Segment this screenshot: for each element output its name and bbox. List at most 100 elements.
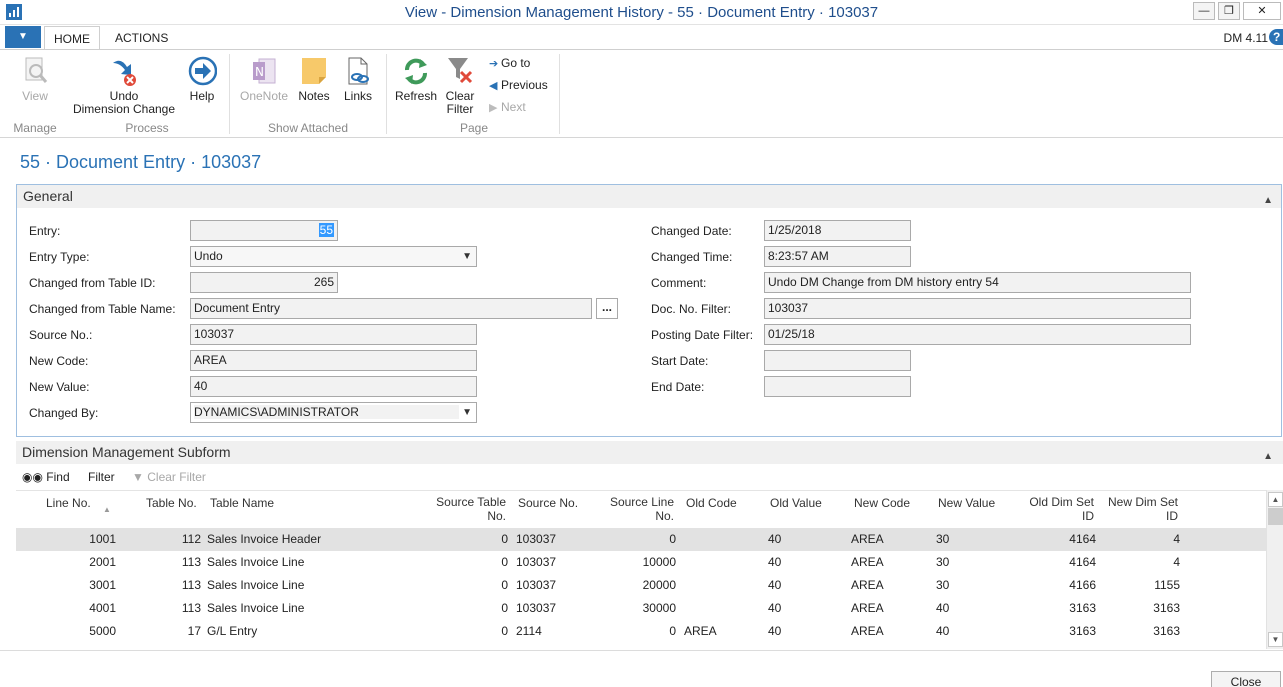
- col-source-no[interactable]: Source No.: [518, 496, 578, 510]
- subform-header[interactable]: Dimension Management Subform ▲: [16, 441, 1283, 464]
- find-button[interactable]: ◉◉ Find: [22, 466, 70, 488]
- minimize-icon[interactable]: —: [1193, 2, 1215, 20]
- cell-old-value: 40: [768, 532, 782, 546]
- changed-date-field[interactable]: 1/25/2018: [764, 220, 911, 241]
- find-label: Find: [46, 470, 70, 484]
- app-menu-button[interactable]: ▼: [5, 26, 41, 48]
- col-table-name[interactable]: Table Name: [210, 496, 274, 510]
- cell-old-dim-set: 4164: [1069, 555, 1096, 569]
- restore-icon[interactable]: ❐: [1218, 2, 1240, 20]
- refresh-button[interactable]: Refresh: [394, 55, 438, 103]
- filter-button[interactable]: Filter: [88, 466, 115, 488]
- notes-label: Notes: [298, 89, 330, 103]
- table-row[interactable]: 3001 113 Sales Invoice Line 0 103037 20000 40 A…: [16, 574, 1266, 597]
- subform-toolbar: ◉◉ Find Filter ▼ Clear Filter: [16, 466, 1283, 488]
- help-icon[interactable]: ?: [1269, 29, 1283, 45]
- cell-new-code: AREA: [851, 601, 884, 615]
- col-line-no[interactable]: Line No.: [46, 496, 91, 510]
- cell-old-dim-set: 4166: [1069, 578, 1096, 592]
- doc-no-filter-field[interactable]: 103037: [764, 298, 1191, 319]
- cell-source-no: 103037: [516, 555, 557, 569]
- cell-new-dim-set: 4: [1173, 555, 1180, 569]
- cell-source-line-no: 0: [669, 624, 676, 638]
- scroll-thumb[interactable]: [1268, 508, 1283, 525]
- table-row[interactable]: 2001 113 Sales Invoice Line 0 103037 10000 40 A…: [16, 551, 1266, 574]
- cell-table-no: 17: [187, 624, 201, 638]
- scroll-down-icon[interactable]: ▼: [1268, 632, 1283, 647]
- entry-type-select[interactable]: Undo ▼: [190, 246, 477, 267]
- notes-button[interactable]: Notes: [296, 55, 332, 103]
- cell-source-line-no: 20000: [642, 578, 676, 592]
- tab-actions[interactable]: ACTIONS: [106, 26, 177, 50]
- scroll-up-icon[interactable]: ▲: [1268, 492, 1283, 507]
- end-date-label: End Date:: [651, 380, 705, 394]
- source-no-field[interactable]: 103037: [190, 324, 477, 345]
- table-row[interactable]: 4001 113 Sales Invoice Line 0 103037 30000 40 A…: [16, 597, 1266, 620]
- entry-field[interactable]: 55: [190, 220, 338, 241]
- col-old-dim-set-id[interactable]: Old Dim Set ID: [1016, 495, 1094, 523]
- vertical-scrollbar[interactable]: ▲ ▼: [1266, 490, 1283, 649]
- clear-filter-toolbar-button[interactable]: ▼ Clear Filter: [132, 466, 206, 488]
- collapse-icon[interactable]: ▲: [1263, 189, 1273, 212]
- close-window-icon[interactable]: ✕: [1243, 2, 1281, 20]
- help-button[interactable]: Help: [183, 55, 221, 103]
- posting-date-filter-field[interactable]: 01/25/18: [764, 324, 1191, 345]
- table-row[interactable]: 1001 112 Sales Invoice Header 0 103037 0 40 ARE…: [16, 528, 1266, 551]
- cell-new-value: 40: [936, 624, 950, 638]
- clear-filter-button[interactable]: Clear Filter: [442, 55, 478, 116]
- table-row[interactable]: 5000 17 G/L Entry 0 2114 0 AREA 40 AREA 40 3163 316…: [16, 620, 1266, 643]
- cell-line-no: 5000: [89, 624, 116, 638]
- svg-text:N: N: [255, 65, 264, 79]
- changed-time-label: Changed Time:: [651, 250, 733, 264]
- changed-time-field[interactable]: 8:23:57 AM: [764, 246, 911, 267]
- comment-field[interactable]: Undo DM Change from DM history entry 54: [764, 272, 1191, 293]
- cell-line-no: 3001: [89, 578, 116, 592]
- col-source-table-no[interactable]: Source Table No.: [426, 495, 506, 523]
- links-button[interactable]: Links: [340, 55, 376, 103]
- entry-type-label: Entry Type:: [29, 250, 90, 264]
- window-title: View - Dimension Management History - 55…: [404, 4, 879, 21]
- view-icon: [20, 55, 50, 87]
- doc-no-filter-label: Doc. No. Filter:: [651, 302, 732, 316]
- version-label: DM 4.11: [1223, 31, 1268, 45]
- view-button[interactable]: View: [15, 55, 55, 103]
- new-value-field[interactable]: 40: [190, 376, 477, 397]
- changed-by-select[interactable]: DYNAMICS\ADMINISTRATOR ▼: [190, 402, 477, 423]
- collapse-icon[interactable]: ▲: [1263, 445, 1273, 468]
- start-date-field[interactable]: [764, 350, 911, 371]
- col-table-no[interactable]: Table No.: [146, 496, 197, 510]
- cell-table-name: G/L Entry: [207, 624, 258, 638]
- undo-dimension-change-button[interactable]: Undo Dimension Change: [70, 55, 178, 116]
- view-label: View: [22, 89, 48, 103]
- col-new-dim-set-id[interactable]: New Dim Set ID: [1098, 495, 1178, 523]
- previous-button[interactable]: ◀ Previous: [489, 77, 548, 93]
- entry-value: 55: [318, 223, 334, 237]
- col-old-value[interactable]: Old Value: [770, 496, 822, 510]
- col-new-code[interactable]: New Code: [854, 496, 910, 510]
- goto-button[interactable]: ➔ Go to: [489, 55, 530, 71]
- cell-old-value: 40: [768, 624, 782, 638]
- cell-new-code: AREA: [851, 624, 884, 638]
- divider: [0, 650, 1283, 651]
- tab-home[interactable]: HOME: [44, 26, 100, 50]
- notes-icon: [299, 55, 329, 87]
- onenote-button[interactable]: N OneNote: [238, 55, 290, 103]
- assist-edit-button[interactable]: ...: [596, 298, 618, 319]
- end-date-field[interactable]: [764, 376, 911, 397]
- close-button[interactable]: Close: [1211, 671, 1281, 687]
- new-code-field[interactable]: AREA: [190, 350, 477, 371]
- changed-from-table-name-field[interactable]: Document Entry: [190, 298, 592, 319]
- col-new-value[interactable]: New Value: [938, 496, 995, 510]
- changed-from-table-id-field[interactable]: 265: [190, 272, 338, 293]
- general-header-label: General: [23, 188, 73, 204]
- next-label: Next: [501, 100, 526, 114]
- col-source-line-no[interactable]: Source Line No.: [592, 495, 674, 523]
- col-old-code[interactable]: Old Code: [686, 496, 737, 510]
- ribbon: View Undo Dimension Change Help N OneNot…: [0, 49, 1283, 138]
- general-header[interactable]: General ▲: [17, 185, 1281, 208]
- cell-new-value: 40: [936, 601, 950, 615]
- changed-by-label: Changed By:: [29, 406, 99, 420]
- triangle-right-icon: ▶: [489, 102, 498, 114]
- next-button[interactable]: ▶ Next: [489, 99, 526, 115]
- help-arrow-icon: [187, 55, 218, 87]
